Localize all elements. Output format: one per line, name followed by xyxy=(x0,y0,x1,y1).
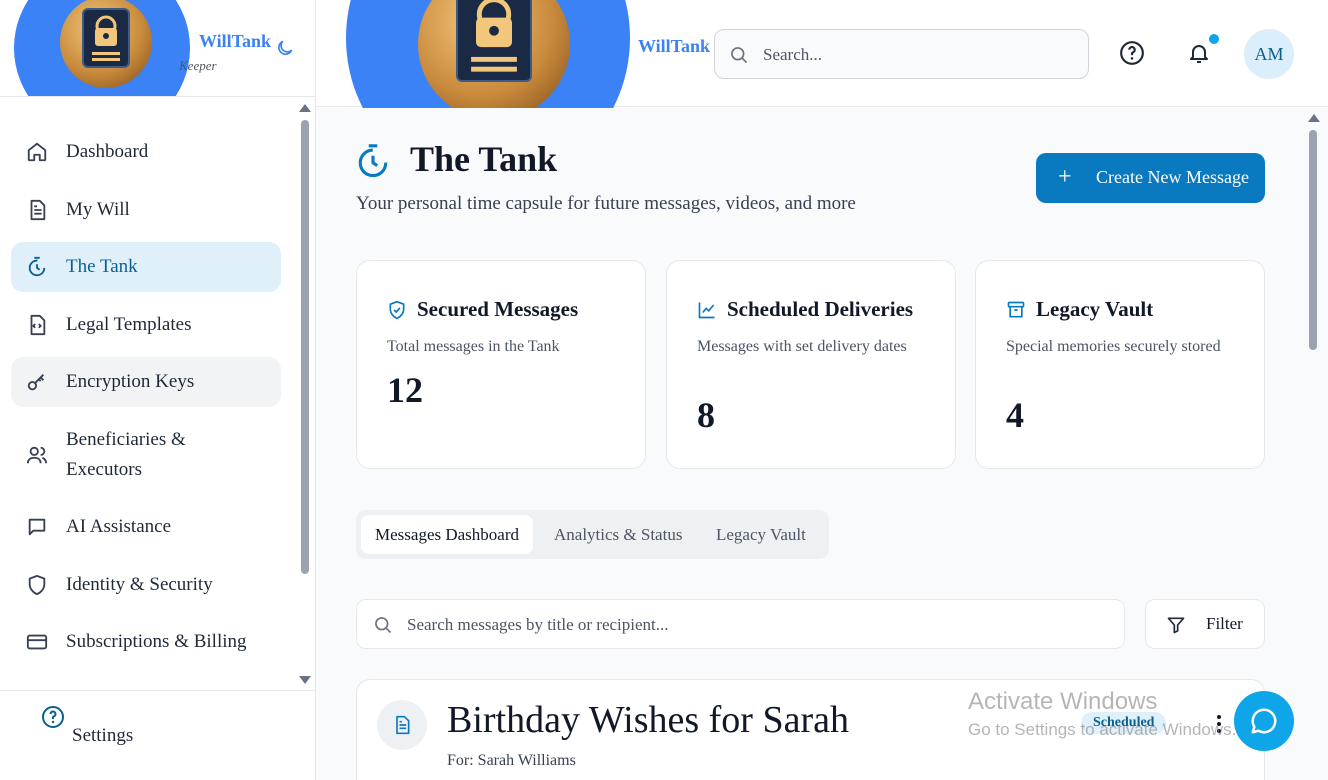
create-button-label: Create New Message xyxy=(1096,167,1249,187)
page-subtitle: Your personal time capsule for future me… xyxy=(356,193,856,214)
tab-bar: Messages Dashboard Analytics & Status Le… xyxy=(356,510,829,559)
top-bar: WillTank AM xyxy=(316,0,1328,186)
notification-dot xyxy=(1209,34,1219,44)
plus-icon: + xyxy=(1058,164,1072,190)
stat-card-secured-messages: Secured Messages Total messages in the T… xyxy=(356,260,646,469)
brand-name[interactable]: WillTank xyxy=(199,31,271,52)
sidebar-item-beneficiaries[interactable]: Beneficiaries & Executors xyxy=(11,423,281,487)
stat-value: 4 xyxy=(1006,395,1024,435)
key-icon xyxy=(25,370,49,394)
sidebar-scroll-thumb[interactable] xyxy=(301,120,309,574)
activate-windows-title: Activate Windows xyxy=(968,688,1158,715)
document-icon xyxy=(25,198,49,222)
avatar[interactable]: AM xyxy=(1244,29,1294,79)
scroll-down-arrow-icon[interactable] xyxy=(299,676,311,684)
stat-value: 12 xyxy=(387,370,423,410)
message-title: Birthday Wishes for Sarah xyxy=(447,699,849,741)
help-icon[interactable] xyxy=(1119,40,1145,66)
global-search[interactable] xyxy=(714,29,1089,79)
global-search-input[interactable] xyxy=(763,42,1063,68)
moon-icon[interactable] xyxy=(275,38,295,58)
help-icon[interactable] xyxy=(41,705,65,729)
main-scroll-up-arrow-icon[interactable] xyxy=(1308,114,1320,122)
search-icon xyxy=(731,47,748,64)
sidebar-item-dashboard[interactable]: Dashboard xyxy=(11,132,281,172)
sidebar: WillTank Keeper Dashboard My Will The Ta… xyxy=(0,0,316,780)
tab-legacy-vault[interactable]: Legacy Vault xyxy=(702,515,820,554)
sidebar-item-label: The Tank xyxy=(66,256,138,277)
sidebar-item-my-will[interactable]: My Will xyxy=(11,190,281,230)
sidebar-item-label: Dashboard xyxy=(66,141,149,162)
sidebar-item-the-tank[interactable]: The Tank xyxy=(11,242,281,292)
stat-card-legacy-vault: Legacy Vault Special memories securely s… xyxy=(975,260,1265,469)
topbar-brand-name[interactable]: WillTank xyxy=(638,36,710,57)
search-icon xyxy=(375,617,392,634)
document-icon xyxy=(396,715,410,735)
stat-description: Messages with set delivery dates xyxy=(697,338,907,355)
shield-check-icon xyxy=(389,300,405,320)
app-root: WillTank Keeper Dashboard My Will The Ta… xyxy=(0,0,1328,780)
sidebar-item-legal-templates[interactable]: Legal Templates xyxy=(11,305,281,345)
filter-button[interactable]: Filter xyxy=(1145,599,1265,649)
sidebar-item-identity-security[interactable]: Identity & Security xyxy=(11,565,281,605)
credit-card-icon xyxy=(25,630,49,654)
chat-support-button[interactable] xyxy=(1234,691,1294,751)
stat-title: Secured Messages xyxy=(417,297,579,321)
chat-icon xyxy=(25,515,49,539)
stat-title: Legacy Vault xyxy=(1036,297,1154,321)
timer-icon xyxy=(358,144,388,178)
sidebar-item-label: Encryption Keys xyxy=(66,371,195,392)
sidebar-item-label: My Will xyxy=(66,199,130,220)
code-file-icon xyxy=(25,313,49,337)
message-icon-wrap xyxy=(377,700,427,750)
message-search[interactable] xyxy=(356,599,1125,649)
archive-icon xyxy=(1007,301,1025,318)
line-chart-icon xyxy=(698,302,715,319)
sidebar-item-label: Identity & Security xyxy=(66,574,213,595)
shield-icon xyxy=(25,573,49,597)
sidebar-item-encryption-keys[interactable]: Encryption Keys xyxy=(11,357,281,407)
stat-description: Total messages in the Tank xyxy=(387,338,560,355)
tab-analytics-status[interactable]: Analytics & Status xyxy=(540,515,696,554)
create-new-message-button[interactable]: + Create New Message xyxy=(1036,153,1265,203)
users-icon xyxy=(25,443,49,467)
page-title: The Tank xyxy=(410,139,558,179)
stat-value: 8 xyxy=(697,395,715,435)
scroll-up-arrow-icon[interactable] xyxy=(299,104,311,112)
activate-windows-subtitle: Go to Settings to activate Windows. xyxy=(968,720,1237,739)
chat-bubble-icon xyxy=(1251,708,1277,734)
sidebar-nav: Dashboard My Will The Tank Legal Templat… xyxy=(0,98,296,688)
settings-link[interactable]: Settings xyxy=(72,725,133,747)
brand-tagline: Keeper xyxy=(179,58,217,73)
timer-icon xyxy=(25,255,49,279)
stat-description: Special memories securely stored xyxy=(1006,338,1221,355)
sidebar-item-label: Subscriptions & Billing xyxy=(66,631,247,652)
sidebar-header: WillTank Keeper xyxy=(0,0,316,97)
tab-messages-dashboard[interactable]: Messages Dashboard xyxy=(361,515,533,554)
message-recipient: For: Sarah Williams xyxy=(447,752,576,769)
stat-title: Scheduled Deliveries xyxy=(727,297,914,321)
sidebar-item-label: Legal Templates xyxy=(66,314,192,335)
main-content: The Tank Your personal time capsule for … xyxy=(316,108,1328,780)
home-icon xyxy=(25,140,49,164)
bell-icon[interactable] xyxy=(1187,40,1211,66)
logo-image[interactable] xyxy=(60,0,152,88)
sidebar-footer: Settings xyxy=(0,690,316,780)
sidebar-item-subscriptions[interactable]: Subscriptions & Billing xyxy=(11,622,281,662)
lock-document-icon xyxy=(456,0,532,82)
filter-icon xyxy=(1167,617,1185,634)
sidebar-item-ai-assistance[interactable]: AI Assistance xyxy=(11,507,281,547)
message-search-input[interactable] xyxy=(407,612,1087,638)
sidebar-item-label: AI Assistance xyxy=(66,516,172,537)
stat-card-scheduled-deliveries: Scheduled Deliveries Messages with set d… xyxy=(666,260,956,469)
filter-label: Filter xyxy=(1206,614,1243,633)
lock-document-icon xyxy=(82,8,130,68)
sidebar-item-label: Beneficiaries & Executors xyxy=(66,429,186,480)
main-scroll-thumb[interactable] xyxy=(1309,130,1317,350)
